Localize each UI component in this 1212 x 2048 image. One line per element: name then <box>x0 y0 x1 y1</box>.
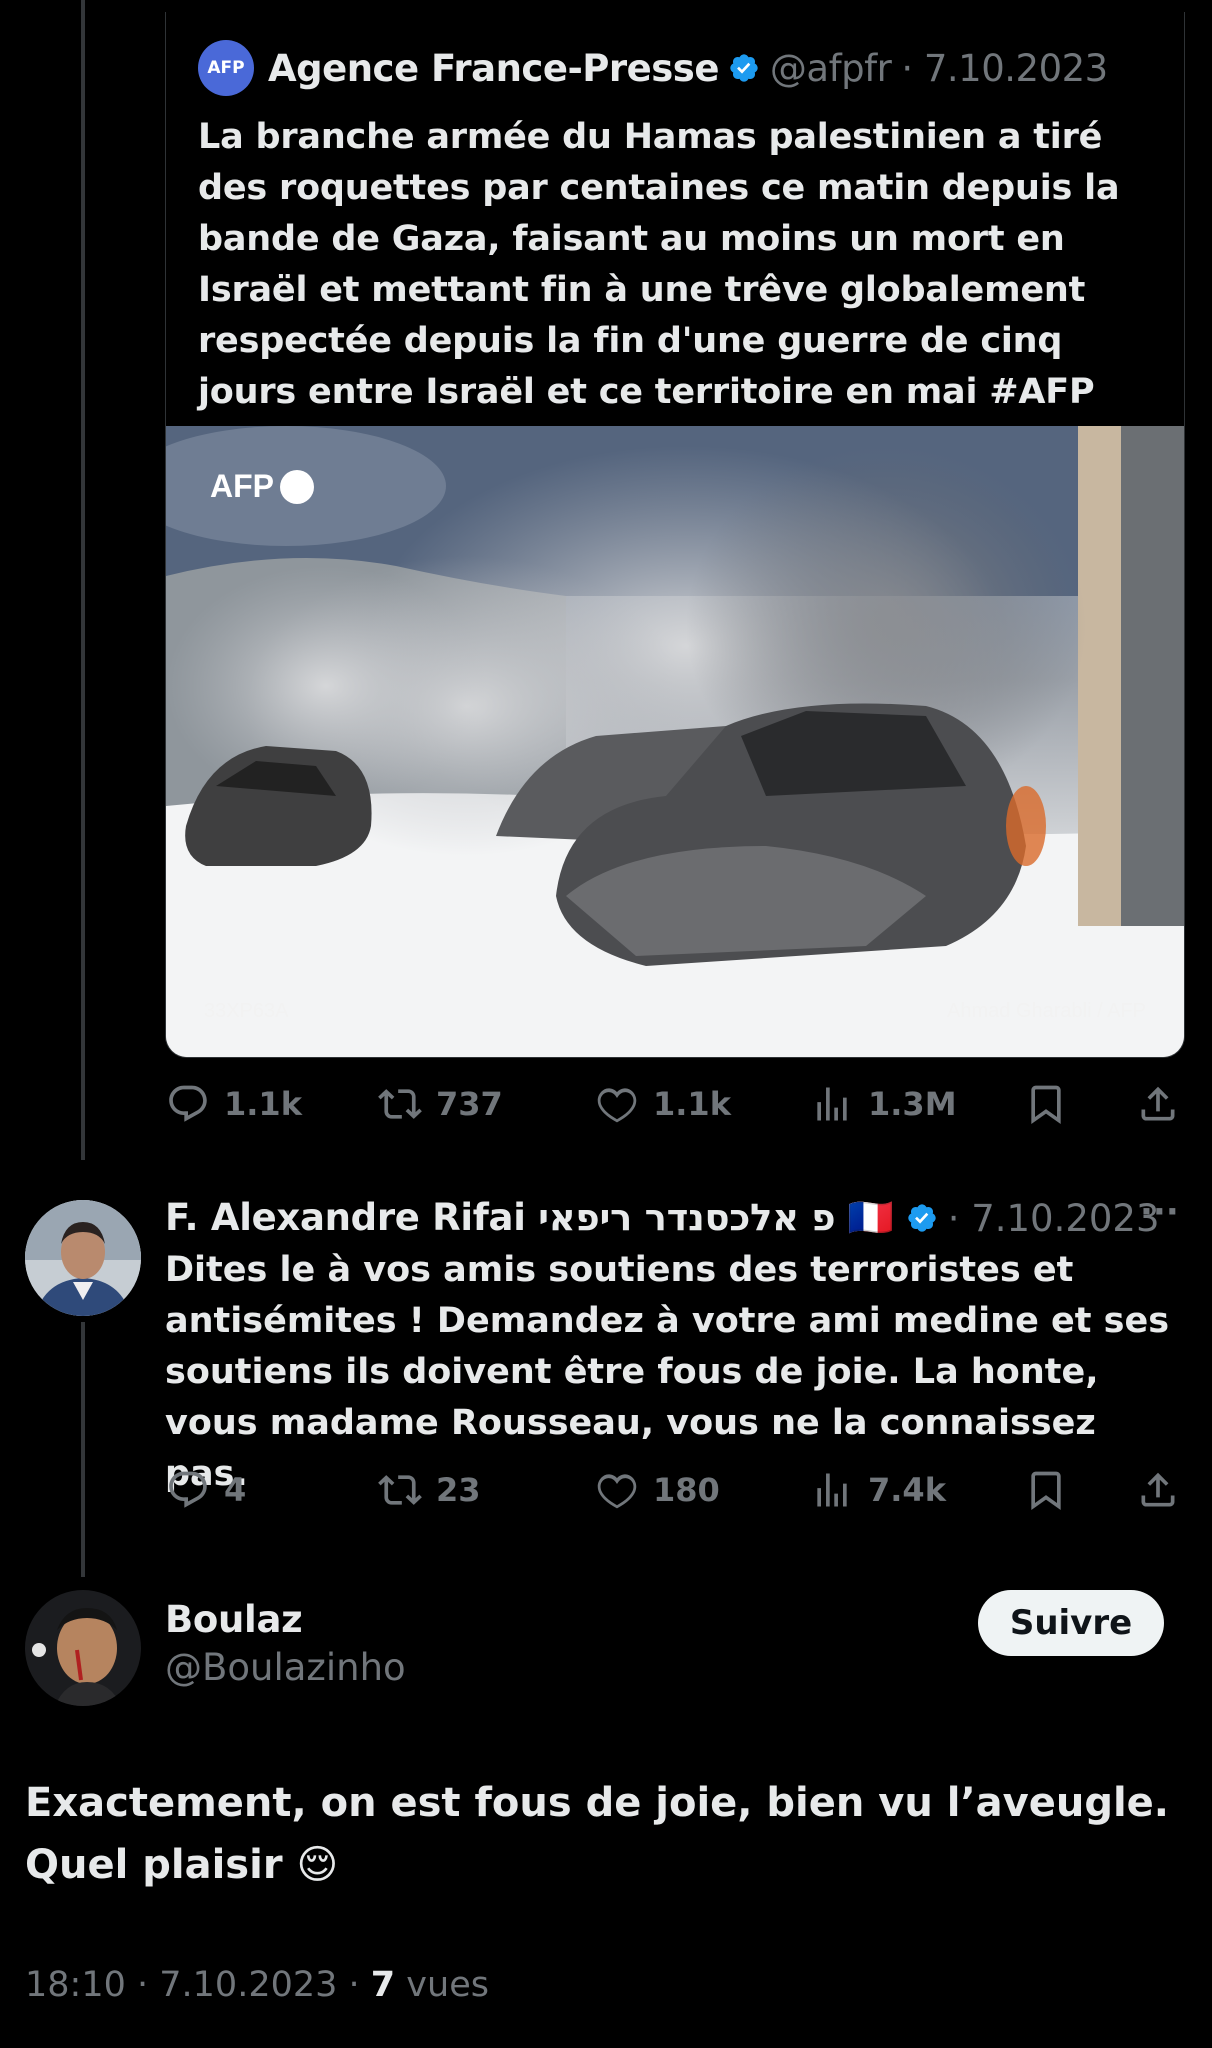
more-icon[interactable]: ··· <box>1140 1192 1179 1232</box>
photo-credit: Ahmad Gharabli / AFP <box>947 1000 1146 1022</box>
reply-header: F. Alexandre Rifai פ אלכסנדר ריפאי 🇫🇷 · … <box>165 1192 1160 1244</box>
reply-author-name[interactable]: F. Alexandre Rifai פ אלכסנדר ריפאי 🇫🇷 <box>165 1196 894 1240</box>
repost-button[interactable]: 23 <box>378 1468 481 1512</box>
reply-count: 4 <box>224 1471 247 1509</box>
reply-count: 1.1k <box>224 1085 302 1123</box>
like-button[interactable]: 1.1k <box>595 1082 731 1126</box>
reply-button[interactable]: 4 <box>166 1468 246 1512</box>
views-icon <box>817 1087 847 1121</box>
main-post-text-line1: Exactement, on est fous de joie, bien vu… <box>25 1780 1170 1826</box>
bookmark-button[interactable] <box>1024 1082 1082 1126</box>
share-button[interactable] <box>1136 1468 1194 1512</box>
share-icon <box>1141 1472 1175 1507</box>
share-button[interactable] <box>1136 1082 1194 1126</box>
reply-icon <box>169 1471 207 1508</box>
burning-cars-photo <box>166 426 1184 1057</box>
views-icon <box>817 1473 847 1507</box>
afp-watermark: AFP <box>210 468 314 505</box>
quoted-post-header: AFP Agence France-Presse @afpfr · 7.10.2… <box>198 38 1108 98</box>
share-icon <box>1141 1086 1175 1121</box>
quoted-author-handle[interactable]: @afpfr <box>770 47 892 90</box>
bookmark-button[interactable] <box>1024 1468 1082 1512</box>
avatar[interactable] <box>25 1590 141 1706</box>
afp-avatar[interactable]: AFP <box>198 40 254 96</box>
verified-badge-icon <box>730 54 758 82</box>
quoted-post-date[interactable]: · 7.10.2023 <box>901 47 1108 90</box>
reply-date[interactable]: · 7.10.2023 <box>948 1197 1160 1240</box>
reply-button[interactable]: 1.1k <box>166 1082 302 1126</box>
rifai-avatar-image <box>25 1200 141 1316</box>
views-label: vues <box>406 1965 489 2005</box>
photo-id-code: 33XP63A <box>204 1000 289 1022</box>
repost-icon <box>378 1089 422 1119</box>
like-icon <box>597 1088 637 1123</box>
quoted-author-name[interactable]: Agence France-Presse <box>268 47 719 90</box>
main-post-text-line2: Quel plaisir 😌 <box>25 1842 339 1888</box>
views-count: 1.3M <box>868 1085 957 1123</box>
main-post-text: Exactement, on est fous de joie, bien vu… <box>25 1772 1185 1896</box>
avatar[interactable] <box>25 1200 141 1316</box>
boulaz-avatar-image <box>25 1590 141 1706</box>
post-time[interactable]: 18:10 <box>25 1965 126 2005</box>
like-count: 1.1k <box>653 1085 731 1123</box>
thread-line-middle <box>81 1322 85 1577</box>
reply-icon <box>169 1085 207 1122</box>
views-button[interactable]: 1.3M <box>810 1082 957 1126</box>
quoted-post-text: La branche armée du Hamas palestinien a … <box>198 117 1120 412</box>
bookmark-icon <box>1031 1471 1061 1511</box>
views-count: 7.4k <box>868 1471 946 1509</box>
verified-badge-icon <box>908 1204 936 1232</box>
repost-icon <box>378 1475 422 1505</box>
quoted-post-image[interactable]: AFP 33XP63A Ahmad Gharabli / AFP <box>166 426 1184 1057</box>
follow-button[interactable]: Suivre <box>978 1590 1164 1656</box>
bookmark-icon <box>1031 1085 1061 1125</box>
views-button[interactable]: 7.4k <box>810 1468 946 1512</box>
like-button[interactable]: 180 <box>595 1468 720 1512</box>
repost-count: 737 <box>436 1085 503 1123</box>
quoted-post-card[interactable]: AFP Agence France-Presse @afpfr · 7.10.2… <box>165 12 1185 1058</box>
post-date[interactable]: · 7.10.2023 · <box>137 1965 360 2005</box>
like-icon <box>597 1474 637 1509</box>
views-count: 7 <box>370 1965 396 2005</box>
main-author-name[interactable]: Boulaz <box>165 1598 303 1641</box>
repost-count: 23 <box>436 1471 481 1509</box>
reply-text: Dites le à vos amis soutiens des terrori… <box>165 1250 1170 1494</box>
post-timestamp-row: 18:10 · 7.10.2023 · 7 vues <box>25 1965 489 2005</box>
repost-button[interactable]: 737 <box>378 1082 503 1126</box>
like-count: 180 <box>653 1471 720 1509</box>
thread-line-top <box>81 0 85 1160</box>
main-author-handle[interactable]: @Boulazinho <box>165 1646 406 1689</box>
